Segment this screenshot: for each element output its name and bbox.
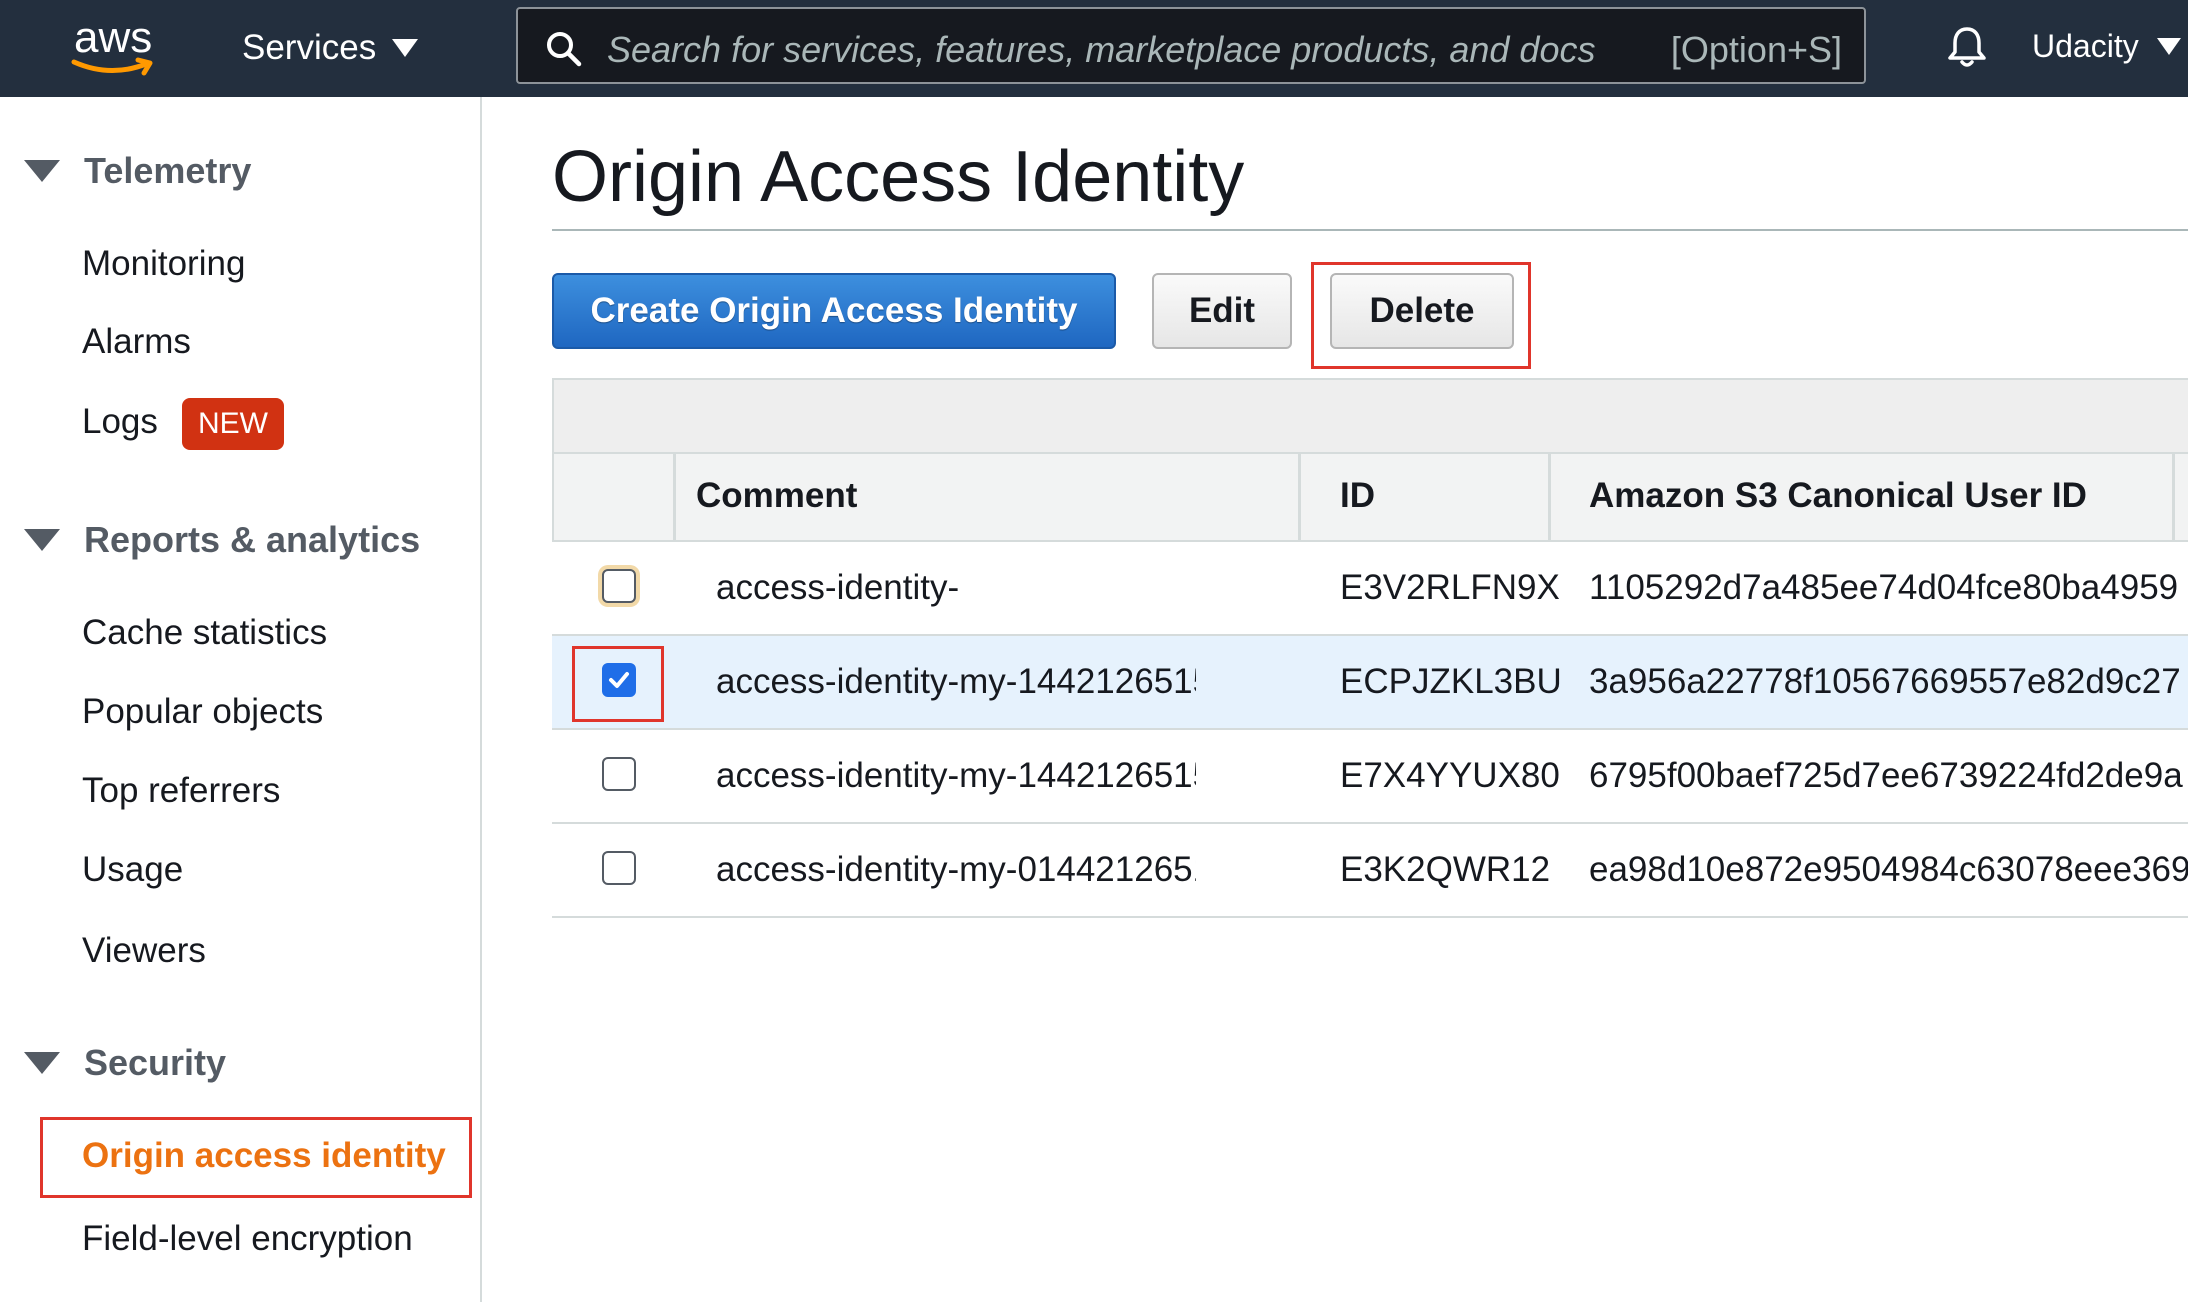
new-badge: NEW <box>182 398 284 450</box>
column-divider[interactable] <box>673 454 676 542</box>
notification-bell-icon[interactable] <box>1944 24 1990 70</box>
canonical-user-id-cell: 6795f00baef725d7ee6739224fd2de9a <box>1589 756 2183 795</box>
caret-down-icon <box>24 1052 60 1074</box>
sidebar-section-title: Reports & analytics <box>84 519 421 560</box>
column-header-comment[interactable]: Comment <box>696 476 857 516</box>
table-row[interactable]: access-identity-my-014421265158-bu E3K2Q… <box>552 824 2188 918</box>
canonical-user-id-cell: 1105292d7a485ee74d04fce80ba4959 <box>1589 568 2179 607</box>
highlight-box-selected-checkbox <box>572 646 664 722</box>
aws-logo[interactable]: aws <box>70 14 160 78</box>
sidebar-section-security[interactable]: Security <box>24 1042 226 1084</box>
sidebar-item-top-referrers[interactable]: Top referrers <box>82 771 280 811</box>
search-placeholder: Search for services, features, marketpla… <box>607 29 1596 70</box>
canonical-user-id-cell: 3a956a22778f10567669557e82d9c27 <box>1589 662 2181 701</box>
highlight-box-active-nav <box>40 1117 472 1198</box>
id-cell: ECPJZKL3BU <box>1340 662 1562 701</box>
caret-down-icon <box>24 529 60 551</box>
table-row[interactable]: access-identity- E3V2RLFN9X 1105292d7a48… <box>552 542 2188 636</box>
id-cell: E7X4YYUX80 <box>1340 756 1560 795</box>
canonical-user-id-cell: ea98d10e872e9504984c63078eee369 <box>1589 850 2188 889</box>
account-label: Udacity <box>2032 28 2139 64</box>
sidebar-section-title: Telemetry <box>84 150 252 191</box>
row-checkbox[interactable] <box>602 757 636 791</box>
column-divider[interactable] <box>2172 454 2175 542</box>
comment-cell: access-identity-my-14421265158-bu <box>716 756 1196 795</box>
comment-cell: access-identity- <box>716 568 960 607</box>
id-cell: E3K2QWR12 <box>1340 850 1551 889</box>
sidebar-section-telemetry[interactable]: Telemetry <box>24 150 251 192</box>
row-checkbox[interactable] <box>602 569 636 603</box>
aws-smile-icon <box>71 57 153 76</box>
sidebar-item-cache-statistics[interactable]: Cache statistics <box>82 613 327 653</box>
table-row[interactable]: access-identity-my-14421265158-bu ECPJZK… <box>552 636 2188 730</box>
chevron-down-icon <box>2156 38 2181 55</box>
create-origin-access-identity-button[interactable]: Create Origin Access Identity <box>552 273 1116 349</box>
table-toolbar <box>552 378 2188 454</box>
column-header-canonical-user-id[interactable]: Amazon S3 Canonical User ID <box>1589 476 2087 516</box>
services-menu-button[interactable]: Services <box>242 26 419 70</box>
search-input[interactable]: Search for services, features, marketpla… <box>516 7 1866 84</box>
sidebar-section-reports-analytics[interactable]: Reports & analytics <box>24 519 420 561</box>
top-navigation-bar: aws Services Search for services, featur… <box>0 0 2188 97</box>
title-divider <box>552 229 2188 231</box>
edit-button[interactable]: Edit <box>1152 273 1292 349</box>
account-menu-button[interactable]: Udacity <box>2032 28 2181 65</box>
services-label: Services <box>242 28 377 67</box>
sidebar-item-usage[interactable]: Usage <box>82 850 183 890</box>
sidebar-item-viewers[interactable]: Viewers <box>82 931 206 971</box>
sidebar-item-alarms[interactable]: Alarms <box>82 322 191 362</box>
sidebar-item-popular-objects[interactable]: Popular objects <box>82 692 323 732</box>
chevron-down-icon <box>392 39 419 57</box>
comment-cell: access-identity-my-014421265158-bu <box>716 850 1196 889</box>
column-divider[interactable] <box>1298 454 1301 542</box>
sidebar-section-title: Security <box>84 1042 227 1083</box>
search-icon <box>547 32 582 67</box>
caret-down-icon <box>24 160 60 182</box>
aws-logo-text: aws <box>74 13 153 62</box>
id-cell: E3V2RLFN9X <box>1340 568 1560 607</box>
highlight-box-delete <box>1311 262 1531 369</box>
table-row[interactable]: access-identity-my-14421265158-bu E7X4YY… <box>552 730 2188 824</box>
row-checkbox[interactable] <box>602 851 636 885</box>
column-header-id[interactable]: ID <box>1340 476 1375 516</box>
sidebar-item-logs[interactable]: Logs <box>82 402 158 442</box>
page-title: Origin Access Identity <box>552 137 1245 217</box>
comment-cell: access-identity-my-14421265158-bu <box>716 662 1196 701</box>
sidebar-item-field-level-encryption[interactable]: Field-level encryption <box>82 1219 413 1259</box>
column-divider[interactable] <box>1548 454 1551 542</box>
sidebar-item-monitoring[interactable]: Monitoring <box>82 244 245 284</box>
search-shortcut-hint: [Option+S] <box>1670 29 1842 70</box>
